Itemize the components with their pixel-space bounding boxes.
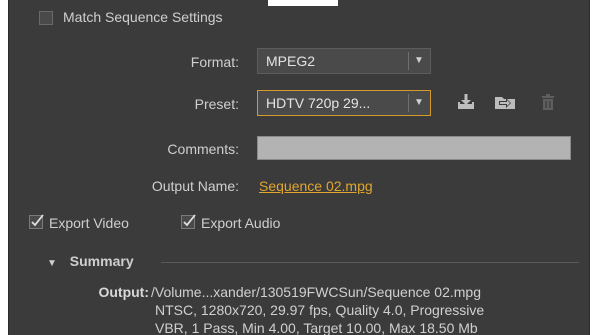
output-name-link[interactable]: Sequence 02.mpg	[259, 178, 373, 194]
format-value: MPEG2	[266, 53, 316, 69]
summary-output-label: Output:	[98, 284, 149, 300]
export-audio-checkbox[interactable]	[181, 214, 197, 230]
triangle-down-icon: ▼	[47, 258, 57, 269]
summary-toggle[interactable]: ▼ Summary	[47, 253, 134, 269]
preset-label: Preset:	[194, 96, 239, 112]
preset-dropdown[interactable]: HDTV 720p 29... ▼	[257, 90, 431, 116]
comments-label: Comments:	[167, 141, 239, 157]
format-dropdown[interactable]: MPEG2 ▼	[257, 48, 431, 74]
match-sequence-label: Match Sequence Settings	[63, 9, 223, 25]
summary-output-path: /Volume...xander/130519FWCSun/Sequence 0…	[151, 284, 481, 300]
save-preset-icon[interactable]	[456, 93, 476, 111]
preset-value: HDTV 720p 29...	[266, 95, 371, 111]
output-name-label: Output Name:	[151, 178, 239, 194]
match-sequence-checkbox[interactable]	[39, 11, 53, 25]
comments-field[interactable]	[257, 136, 571, 160]
summary-divider	[161, 262, 579, 263]
format-label: Format:	[190, 54, 239, 70]
top-edge-notch	[268, 0, 338, 6]
summary-output-bitrate: VBR, 1 Pass, Min 4.00, Target 10.00, Max…	[155, 320, 478, 335]
chevron-down-icon: ▼	[414, 97, 424, 108]
delete-preset-icon[interactable]	[540, 93, 556, 111]
chevron-down-icon: ▼	[414, 55, 424, 66]
summary-output-video: NTSC, 1280x720, 29.97 fps, Quality 4.0, …	[155, 302, 485, 318]
import-preset-icon[interactable]	[493, 93, 517, 111]
export-video-label: Export Video	[49, 215, 129, 231]
summary-heading: Summary	[69, 253, 134, 269]
export-settings-panel: Match Sequence Settings Format: MPEG2 ▼ …	[8, 0, 590, 335]
export-audio-label: Export Audio	[201, 215, 281, 231]
export-video-checkbox[interactable]	[29, 214, 45, 230]
